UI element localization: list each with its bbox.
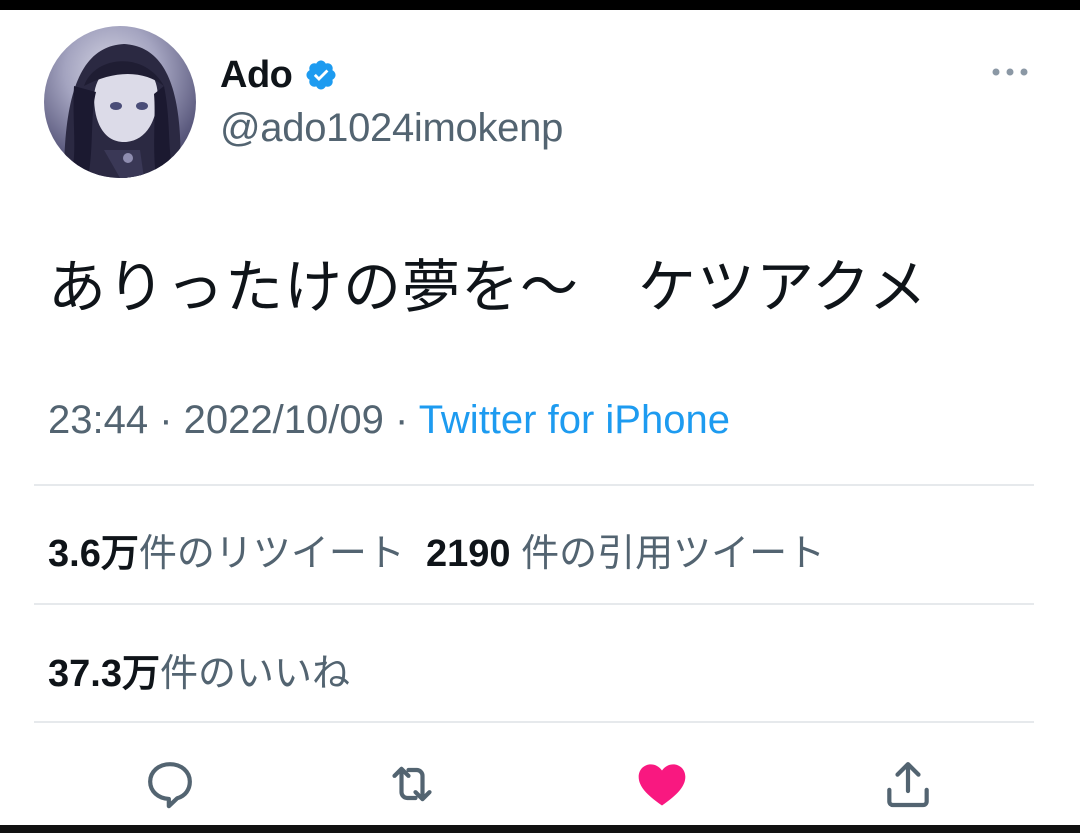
retweets-stat[interactable]: 3.6万件のリツイート (48, 533, 405, 575)
top-black-bar (0, 0, 1080, 10)
action-bar (0, 756, 1080, 816)
share-icon[interactable] (880, 756, 936, 812)
username-handle[interactable]: @ado1024imokenp (220, 106, 563, 151)
meta-separator-2: · (383, 398, 419, 442)
quotes-label: 件の引用ツイート (521, 533, 826, 575)
retweets-count: 3.6万 (48, 533, 139, 575)
tweet-text: ありったけの夢を～ ケツアクメ (48, 255, 928, 320)
verified-badge-icon (304, 58, 338, 92)
divider (34, 484, 1034, 486)
quotes-count: 2190 (425, 533, 511, 575)
likes-label: 件のいいね (159, 653, 350, 695)
heart-icon[interactable] (634, 756, 690, 812)
avatar[interactable] (44, 26, 196, 178)
avatar-illustration (64, 44, 181, 178)
retweets-label: 件のリツイート (138, 533, 405, 575)
bottom-black-bar (0, 825, 1080, 833)
divider (34, 603, 1034, 605)
meta-separator: · (148, 398, 184, 442)
divider (34, 721, 1034, 723)
likes-count: 37.3万 (48, 653, 160, 695)
display-name[interactable]: Ado (220, 54, 293, 97)
quotes-stat[interactable]: 2190 件の引用ツイート (426, 533, 825, 575)
reply-icon[interactable] (142, 756, 198, 812)
more-icon[interactable] (988, 62, 1032, 82)
retweet-icon[interactable] (384, 756, 440, 812)
tweet-source-link[interactable]: Twitter for iPhone (419, 398, 730, 442)
tweet-time[interactable]: 23:44 (48, 398, 148, 442)
tweet-meta: 23:44 · 2022/10/09 · Twitter for iPhone (48, 398, 730, 443)
retweet-quote-stats: 3.6万件のリツイート 2190 件の引用ツイート (48, 522, 825, 577)
author-name-row[interactable]: Ado (220, 50, 338, 100)
tweet-date[interactable]: 2022/10/09 (184, 398, 384, 442)
likes-stat[interactable]: 37.3万件のいいね (48, 642, 350, 697)
